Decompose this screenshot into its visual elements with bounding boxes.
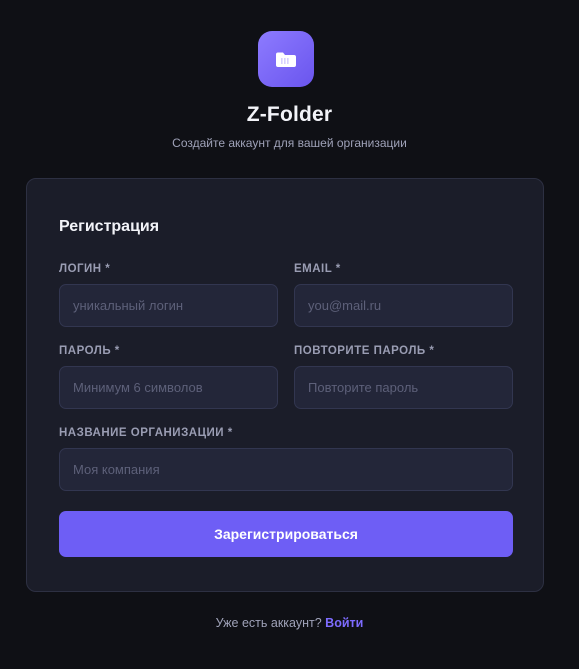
app-title: Z-Folder bbox=[246, 103, 333, 126]
login-link[interactable]: Войти bbox=[325, 616, 363, 630]
login-prompt: Уже есть аккаунт? Войти bbox=[0, 616, 579, 630]
password-repeat-input[interactable] bbox=[294, 366, 513, 409]
email-label: EMAIL * bbox=[294, 263, 341, 275]
login-input[interactable] bbox=[59, 284, 278, 327]
email-input[interactable] bbox=[294, 284, 513, 327]
password-label: ПАРОЛЬ * bbox=[59, 345, 120, 357]
form-title: Регистрация bbox=[59, 218, 160, 235]
password-input[interactable] bbox=[59, 366, 278, 409]
password-repeat-label: ПОВТОРИТЕ ПАРОЛЬ * bbox=[294, 345, 435, 357]
organization-input[interactable] bbox=[59, 448, 513, 491]
folder-icon bbox=[275, 50, 297, 68]
organization-label: НАЗВАНИЕ ОРГАНИЗАЦИИ * bbox=[59, 427, 233, 439]
app-subtitle: Создайте аккаунт для вашей организации bbox=[172, 136, 407, 150]
register-button[interactable]: Зарегистрироваться bbox=[59, 511, 513, 557]
login-label: ЛОГИН * bbox=[59, 263, 111, 275]
registration-card: Регистрация ЛОГИН * EMAIL * ПАРОЛЬ * ПОВ… bbox=[26, 178, 544, 592]
app-logo bbox=[258, 31, 314, 87]
login-prompt-text: Уже есть аккаунт? bbox=[215, 616, 322, 630]
registration-page: Z-Folder Создайте аккаунт для вашей орга… bbox=[0, 0, 579, 669]
